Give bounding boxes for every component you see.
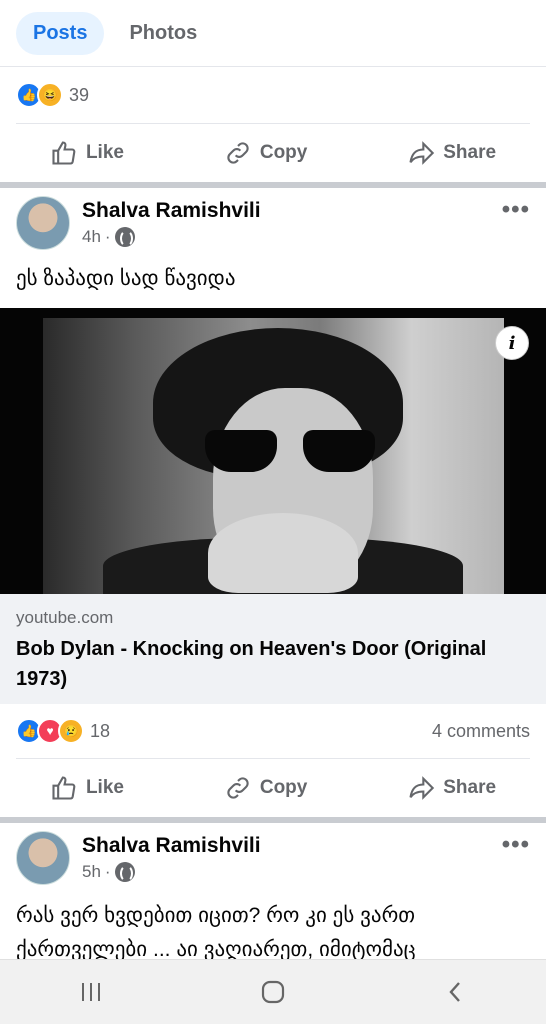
copy-label: Copy [259, 777, 308, 798]
haha-reaction-icon: 😆 [37, 82, 63, 108]
share-label: Share [443, 142, 497, 163]
tab-photos[interactable]: Photos [112, 12, 214, 55]
like-button[interactable]: Like [50, 774, 124, 802]
back-chevron-icon [449, 982, 460, 1002]
link-icon [227, 142, 249, 164]
share-label: Share [443, 777, 497, 798]
home-button[interactable] [243, 972, 303, 1012]
share-arrow-icon [409, 141, 435, 165]
post2-header: Shalva Ramishvili 4h · ••• [0, 188, 546, 258]
link-icon [227, 777, 249, 799]
post1-actions: Like Copy Share [0, 124, 546, 182]
post2-reaction-bar[interactable]: 👍 ♥ 😢 18 4 comments [16, 704, 530, 759]
more-options-icon[interactable]: ••• [502, 831, 530, 859]
post2-actions: Like Copy Share [0, 759, 546, 817]
link-title: Bob Dylan - Knocking on Heaven's Door (O… [16, 638, 487, 690]
post3-text: რას ვერ ხვდებით იცით? რო კი ეს ვართ ქართ… [16, 904, 416, 959]
reaction-count: 39 [69, 84, 90, 105]
share-arrow-icon [409, 776, 435, 800]
comments-count[interactable]: 4 comments [432, 721, 530, 742]
link-preview[interactable]: youtube.com Bob Dylan - Knocking on Heav… [0, 594, 546, 704]
post3-header: Shalva Ramishvili 5h · ••• [0, 823, 546, 893]
link-domain: youtube.com [16, 608, 114, 627]
link-preview-image[interactable]: i [0, 308, 546, 594]
globe-icon [114, 227, 135, 247]
recent-apps-icon [82, 983, 100, 1001]
avatar[interactable] [16, 831, 70, 885]
profile-tabs: Posts Photos [0, 0, 546, 67]
reaction-count: 18 [90, 720, 111, 741]
reaction-icons: 👍 ♥ 😢 [16, 718, 84, 744]
recent-apps-button[interactable] [61, 972, 121, 1012]
copy-button[interactable]: Copy [224, 774, 308, 802]
info-icon[interactable]: i [495, 326, 529, 360]
back-button[interactable] [425, 972, 485, 1012]
post2-text: ეს ზაპადი სად წავიდა [16, 267, 236, 290]
share-button[interactable]: Share [407, 139, 496, 167]
thumbs-up-icon [52, 776, 76, 800]
like-label: Like [85, 142, 124, 163]
author-name[interactable]: Shalva Ramishvili [82, 834, 261, 858]
copy-button[interactable]: Copy [224, 139, 308, 167]
video-thumbnail [43, 318, 504, 594]
share-button[interactable]: Share [407, 774, 496, 802]
tab-posts[interactable]: Posts [16, 11, 105, 55]
reaction-icons: 👍 😆 [16, 82, 63, 108]
post-time[interactable]: 5h [82, 862, 101, 882]
sad-reaction-icon: 😢 [58, 718, 84, 744]
like-label: Like [85, 777, 124, 798]
author-name[interactable]: Shalva Ramishvili [82, 199, 261, 223]
thumbs-up-icon [52, 141, 76, 165]
system-navigation-bar [0, 959, 546, 1024]
home-icon [261, 980, 285, 1004]
copy-label: Copy [259, 142, 308, 163]
avatar[interactable] [16, 196, 70, 250]
like-button[interactable]: Like [50, 139, 124, 167]
post-time[interactable]: 4h [82, 227, 101, 247]
post1-reaction-bar[interactable]: 👍 😆 39 [16, 67, 530, 124]
globe-icon [114, 862, 135, 882]
more-options-icon[interactable]: ••• [502, 196, 530, 224]
